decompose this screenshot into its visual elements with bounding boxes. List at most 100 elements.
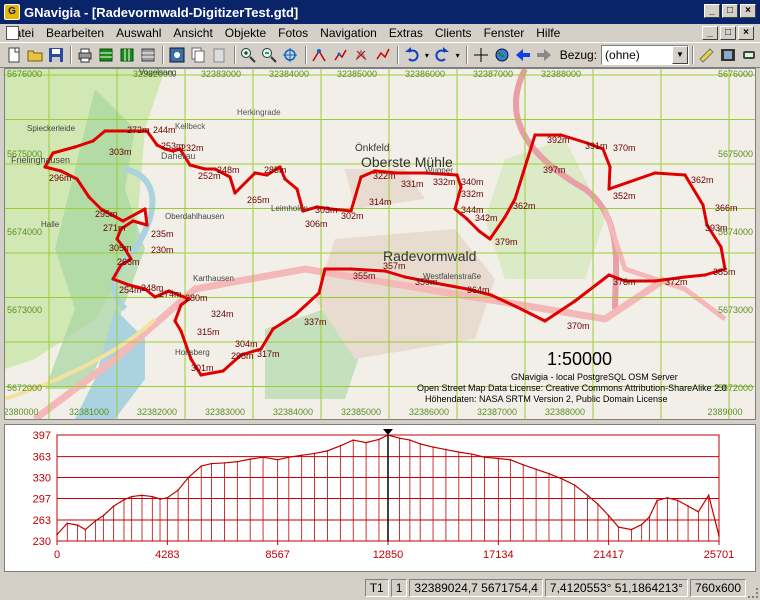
route-vertex[interactable] [488, 237, 492, 241]
route-vertex[interactable] [533, 133, 537, 137]
globe-icon[interactable] [493, 45, 512, 65]
route-vertex[interactable] [73, 145, 77, 149]
menu-fenster[interactable]: Fenster [478, 26, 531, 40]
menu-extras[interactable]: Extras [383, 26, 429, 40]
copy-icon[interactable] [189, 45, 208, 65]
edit-point-icon[interactable] [331, 45, 350, 65]
layer-grey-icon[interactable] [138, 45, 157, 65]
new-icon[interactable] [4, 45, 23, 65]
gps-device-icon[interactable] [739, 45, 758, 65]
undo-dropdown-icon[interactable]: ▾ [423, 45, 431, 65]
route-vertex[interactable] [173, 319, 177, 323]
track-icon[interactable] [373, 45, 392, 65]
route-vertex[interactable] [179, 329, 183, 333]
route-vertex[interactable] [189, 357, 193, 361]
route-vertex[interactable] [653, 279, 657, 283]
forward-arrow-icon[interactable] [535, 45, 554, 65]
print-icon[interactable] [75, 45, 94, 65]
undo-icon[interactable] [402, 45, 421, 65]
route-vertex[interactable] [143, 207, 147, 211]
route-vertex[interactable] [543, 319, 547, 323]
mdi-restore-button[interactable]: □ [720, 26, 736, 40]
route-vertex[interactable] [155, 143, 159, 147]
bezug-select[interactable]: (ohne) ▼ [601, 45, 689, 65]
route-vertex[interactable] [131, 219, 135, 223]
layer-green2-icon[interactable] [117, 45, 136, 65]
route-vertex[interactable] [145, 223, 149, 227]
route-vertex[interactable] [515, 305, 519, 309]
route-vertex[interactable] [121, 129, 125, 133]
route-vertex[interactable] [607, 273, 611, 277]
route-vertex[interactable] [323, 267, 327, 271]
route-vertex[interactable] [111, 277, 115, 281]
route-vertex[interactable] [719, 245, 723, 249]
route-vertex[interactable] [359, 175, 363, 179]
menu-ansicht[interactable]: Ansicht [167, 26, 218, 40]
film-icon[interactable] [718, 45, 737, 65]
route-vertex[interactable] [75, 177, 79, 181]
minimize-button[interactable]: _ [704, 4, 720, 18]
mdi-close-button[interactable]: × [738, 26, 754, 40]
route-vertex[interactable] [607, 187, 611, 191]
route-vertex[interactable] [317, 291, 321, 295]
route-vertex[interactable] [153, 295, 157, 299]
menu-navigation[interactable]: Navigation [314, 26, 383, 40]
layer-green-icon[interactable] [96, 45, 115, 65]
map-view[interactable]: 32382000 32383000 32384000 32385000 32386000… [4, 68, 756, 420]
route-vertex[interactable] [43, 165, 47, 169]
route-vertex[interactable] [221, 369, 225, 373]
route-vertex[interactable] [403, 275, 407, 279]
crosshair-icon[interactable] [471, 45, 490, 65]
route-vertex[interactable] [455, 173, 459, 177]
resize-grip[interactable] [748, 588, 758, 598]
route-vertex[interactable] [283, 177, 287, 181]
route-vertex[interactable] [653, 171, 657, 175]
route-vertex[interactable] [87, 195, 91, 199]
route-vertex[interactable] [503, 215, 507, 219]
route-vertex[interactable] [271, 327, 275, 331]
route-vertex[interactable] [233, 191, 237, 195]
redo-icon[interactable] [433, 45, 452, 65]
route-vertex[interactable] [295, 187, 299, 191]
route-vertex[interactable] [701, 203, 705, 207]
maximize-button[interactable]: □ [722, 4, 738, 18]
route-vertex[interactable] [573, 299, 577, 303]
delete-point-icon[interactable] [352, 45, 371, 65]
ruler-icon[interactable] [697, 45, 716, 65]
save-icon[interactable] [46, 45, 65, 65]
menu-clients[interactable]: Clients [429, 26, 478, 40]
mdi-minimize-button[interactable]: _ [702, 26, 718, 40]
digitize-icon[interactable] [310, 45, 329, 65]
route-vertex[interactable] [179, 303, 183, 307]
menu-hilfe[interactable]: Hilfe [530, 26, 566, 40]
route-vertex[interactable] [188, 163, 192, 167]
menu-fotos[interactable]: Fotos [272, 26, 314, 40]
document-icon[interactable] [6, 26, 19, 40]
route-vertex[interactable] [228, 175, 232, 179]
route-vertex[interactable] [103, 129, 107, 133]
route-vertex[interactable] [477, 229, 481, 233]
zoom-in-icon[interactable] [239, 45, 258, 65]
close-button[interactable]: × [740, 4, 756, 18]
route-vertex[interactable] [465, 217, 469, 221]
route-vertex[interactable] [293, 313, 297, 317]
map-icon[interactable] [167, 45, 186, 65]
route-vertex[interactable] [608, 165, 612, 169]
route-vertex[interactable] [683, 173, 687, 177]
route-vertex[interactable] [395, 171, 399, 175]
chevron-down-icon[interactable]: ▼ [671, 46, 688, 64]
route-vertex[interactable] [115, 237, 119, 241]
menu-objekte[interactable]: Objekte [219, 26, 272, 40]
zoom-out-icon[interactable] [260, 45, 279, 65]
route-vertex[interactable] [199, 373, 203, 377]
route-vertex[interactable] [253, 171, 257, 175]
route-vertex[interactable] [91, 139, 95, 143]
open-icon[interactable] [25, 45, 44, 65]
paste-icon[interactable] [210, 45, 229, 65]
menu-bearbeiten[interactable]: Bearbeiten [40, 26, 110, 40]
back-arrow-icon[interactable] [514, 45, 533, 65]
route-vertex[interactable] [453, 207, 457, 211]
elevation-profile[interactable]: 230 263 297 330 363 397 0 4283 8567 12850 17134 214… [4, 424, 756, 572]
menu-auswahl[interactable]: Auswahl [110, 26, 167, 40]
route-vertex[interactable] [489, 293, 493, 297]
